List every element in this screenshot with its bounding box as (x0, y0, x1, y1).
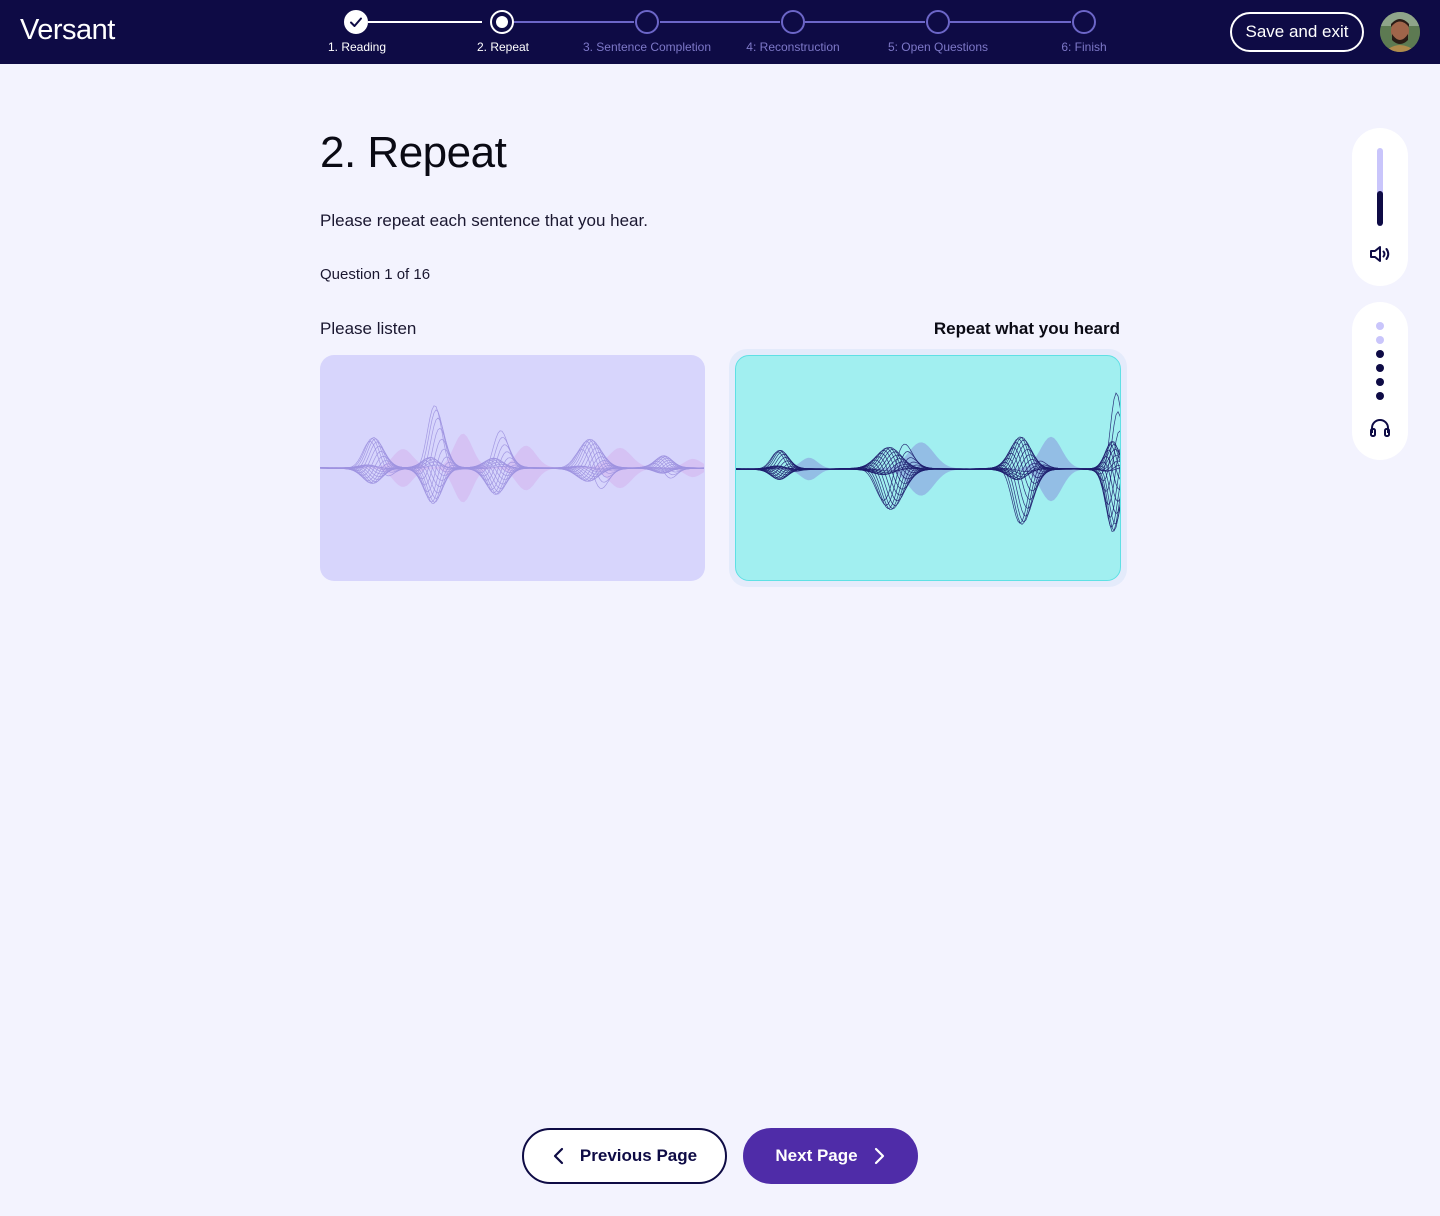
listen-waveform-icon (320, 405, 705, 504)
audio-level-dot (1376, 392, 1384, 400)
step-4-circle-icon (781, 10, 805, 34)
audio-level-dot (1376, 336, 1384, 344)
chevron-left-icon (553, 1147, 564, 1165)
audio-level-dot (1376, 350, 1384, 358)
step-label-open-questions: 5: Open Questions (887, 40, 989, 54)
step-6-circle-icon (1072, 10, 1096, 34)
step-1-complete-icon (344, 10, 368, 34)
please-listen-label: Please listen (320, 319, 417, 338)
step-label-reading: 1. Reading (327, 40, 387, 54)
step-label-sentence-completion: 3. Sentence Completion (582, 40, 712, 54)
volume-control[interactable] (1352, 128, 1408, 286)
step-label-repeat: 2. Repeat (476, 40, 530, 54)
previous-page-button[interactable]: Previous Page (522, 1128, 727, 1184)
page-title: 2. Repeat (320, 128, 507, 177)
step-connector (514, 21, 634, 23)
step-connector (805, 21, 925, 23)
next-page-button[interactable]: Next Page (743, 1128, 918, 1184)
headphones-icon (1370, 419, 1390, 437)
progress-stepper: 1. Reading 2. Repeat 3. Sentence Complet… (0, 0, 1440, 64)
question-counter: Question 1 of 16 (320, 266, 431, 283)
volume-level-fill (1377, 190, 1383, 226)
step-label-reconstruction: 4: Reconstruction (746, 40, 840, 54)
audio-level-dot (1376, 322, 1384, 330)
top-bar: Versant 1. Reading 2. Repeat 3. Sentence… (0, 0, 1440, 64)
step-label-finish: 6: Finish (1061, 40, 1107, 54)
repeat-label: Repeat what you heard (933, 319, 1120, 338)
next-page-label: Next Page (775, 1146, 858, 1165)
listen-waveform-panel (320, 355, 705, 581)
check-icon (350, 17, 362, 27)
step-connector (368, 21, 482, 23)
speaker-icon (1370, 246, 1390, 262)
instruction-text: Please repeat each sentence that you hea… (320, 211, 648, 230)
audio-input-level (1352, 302, 1408, 460)
volume-slider[interactable] (1377, 148, 1383, 226)
previous-page-label: Previous Page (579, 1146, 698, 1165)
chevron-right-icon (874, 1147, 884, 1165)
step-connector (660, 21, 780, 23)
user-avatar-icon (1380, 12, 1420, 52)
step-5-circle-icon (926, 10, 950, 34)
audio-level-dot (1376, 378, 1384, 386)
avatar[interactable] (1380, 12, 1420, 52)
recording-waveform-icon (736, 392, 1120, 532)
step-2-current-icon (490, 10, 514, 34)
save-and-exit-button[interactable]: Save and exit (1230, 12, 1364, 52)
step-connector (950, 21, 1071, 23)
step-3-circle-icon (635, 10, 659, 34)
audio-level-dot (1376, 364, 1384, 372)
repeat-waveform-panel (735, 355, 1121, 581)
